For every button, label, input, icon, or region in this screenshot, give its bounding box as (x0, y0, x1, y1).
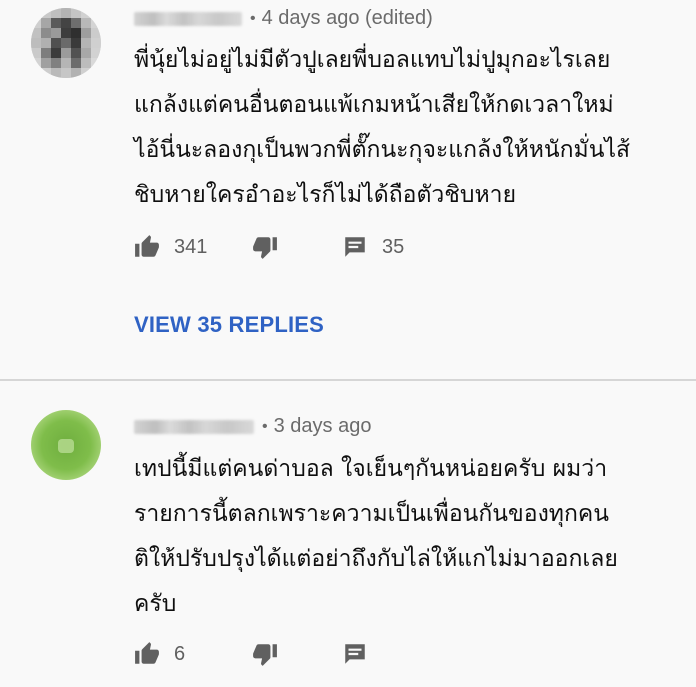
comment-text-line: พี่นุ้ยไม่อยู่ไม่มีตัวปูเลยพี่บอลแทบไม่ป… (134, 47, 611, 73)
comment-text-line: เทปนี้มีแต่คนด่าบอล ใจเย็นๆกันหน่อยครับ … (134, 456, 608, 482)
timestamp: 4 days ago (edited) (261, 7, 433, 29)
comment-actions: 6 (134, 639, 368, 669)
comment-actions: 341 35 (134, 232, 404, 262)
comment-icon[interactable] (342, 234, 368, 260)
comment-text-line: รายการนี้ตลกเพราะความเป็นเพื่อนกันของทุก… (134, 501, 609, 527)
comment-meta: • 3 days ago (134, 415, 371, 438)
comment-meta: • 4 days ago (edited) (134, 7, 433, 30)
thumbs-down-icon[interactable] (252, 234, 278, 260)
reply-group (342, 641, 368, 667)
username[interactable] (134, 419, 254, 434)
meta-separator: • (262, 417, 268, 435)
dislike-group (252, 234, 342, 260)
comment-text-line: ครับ (134, 591, 177, 617)
comment-text: เทปนี้มีแต่คนด่าบอล ใจเย็นๆกันหน่อยครับ … (134, 447, 674, 627)
comment-text-line: ติให้ปรับปรุงได้แต่อย่าถึงกับไล่ให้แกไม่… (134, 546, 618, 572)
dislike-group (252, 641, 342, 667)
comment-item: • 3 days ago เทปนี้มีแต่คนด่าบอล ใจเย็นๆ… (0, 381, 696, 687)
comment-text-line: ไอ้นี่นะลองกุเป็นพวกพี่ตั๊กนะกุจะแกล้งให… (134, 137, 631, 163)
timestamp: 3 days ago (273, 415, 372, 437)
like-group: 6 (134, 641, 252, 667)
username[interactable] (134, 11, 242, 26)
comment-text: พี่นุ้ยไม่อยู่ไม่มีตัวปูเลยพี่บอลแทบไม่ป… (134, 38, 674, 218)
meta-separator: • (250, 9, 256, 27)
reply-count: 35 (382, 235, 405, 258)
thumbs-up-icon[interactable] (134, 641, 160, 667)
like-count: 341 (174, 235, 208, 258)
blurred-avatar-icon (31, 8, 101, 78)
thumbs-down-icon[interactable] (252, 641, 278, 667)
comment-item: • 4 days ago (edited) พี่นุ้ยไม่อยู่ไม่ม… (0, 0, 696, 380)
reply-group: 35 (342, 234, 404, 260)
thumbs-up-icon[interactable] (134, 234, 160, 260)
comment-text-line: แกล้งแต่คนอื่นตอนแพ้เกมหน้าเสียให้กดเวลา… (134, 92, 614, 118)
avatar[interactable] (31, 410, 101, 480)
comment-text-line: ชิบหายใครอำอะไรก็ไม่ได้ถือตัวชิบหาย (134, 182, 517, 208)
like-group: 341 (134, 234, 252, 260)
view-replies-button[interactable]: VIEW 35 REPLIES (134, 312, 324, 338)
like-count: 6 (174, 642, 186, 665)
comment-icon[interactable] (342, 641, 368, 667)
avatar[interactable] (31, 8, 101, 78)
green-avatar-icon (31, 410, 101, 480)
